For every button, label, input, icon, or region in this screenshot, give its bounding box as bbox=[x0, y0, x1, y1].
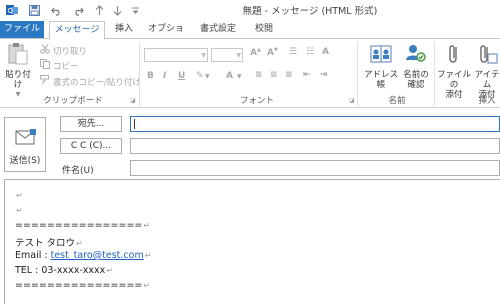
tab-message[interactable]: メッセージ bbox=[49, 21, 105, 40]
format-painter-button[interactable]: 書式のコピー/貼り付け bbox=[40, 75, 141, 88]
cut-button[interactable]: 切り取り bbox=[40, 44, 87, 57]
tab-file[interactable]: ファイル bbox=[0, 21, 44, 39]
highlight-icon[interactable]: ✎ bbox=[196, 71, 204, 81]
decrease-indent-icon[interactable]: ⇤ bbox=[303, 70, 311, 80]
attach-item-label-line1: アイテム bbox=[474, 70, 500, 90]
check-names-button[interactable]: 名前の 確認 bbox=[401, 42, 431, 90]
names-group-label: 名前 bbox=[388, 96, 406, 106]
font-name-combo[interactable]: ▼ bbox=[144, 48, 208, 62]
address-book-icon bbox=[369, 45, 393, 69]
copy-icon bbox=[40, 59, 50, 72]
tab-review[interactable]: 校閲 bbox=[250, 21, 278, 38]
ribbon-separator bbox=[357, 42, 358, 106]
clipboard-launcher-icon[interactable]: ◪ bbox=[130, 97, 136, 104]
attach-item-icon bbox=[476, 45, 498, 69]
check-names-icon bbox=[404, 45, 428, 69]
to-field[interactable] bbox=[130, 116, 500, 132]
clipboard-group-label: クリップボード bbox=[43, 96, 103, 106]
font-color-dropdown-icon[interactable]: ▼ bbox=[237, 73, 242, 80]
cut-label: 切り取り bbox=[53, 46, 88, 57]
highlight-dropdown-icon[interactable]: ▼ bbox=[205, 73, 210, 80]
ribbon-separator bbox=[434, 42, 435, 106]
paste-label: 貼り付け bbox=[5, 70, 31, 90]
copy-button[interactable]: コピー bbox=[40, 59, 79, 72]
paste-dropdown-icon[interactable]: ▼ bbox=[2, 90, 34, 100]
send-label: 送信(S) bbox=[9, 156, 41, 166]
paste-button[interactable]: 貼り付け ▼ bbox=[2, 42, 34, 100]
numbering-icon[interactable]: ☷ bbox=[306, 47, 314, 57]
font-launcher-icon[interactable]: ◪ bbox=[349, 97, 355, 104]
check-names-label-line1: 名前の bbox=[403, 70, 429, 80]
send-button[interactable]: 送信(S) bbox=[4, 117, 46, 172]
paragraph-mark: ↵ bbox=[16, 206, 23, 215]
tab-options[interactable]: オプション bbox=[144, 21, 188, 50]
tab-format-text[interactable]: 書式設定 bbox=[196, 21, 240, 38]
font-color-icon[interactable]: A bbox=[226, 71, 233, 81]
align-center-icon[interactable]: ≡ bbox=[270, 70, 278, 80]
font-group-label: フォント bbox=[239, 96, 274, 106]
underline-icon[interactable]: U bbox=[178, 71, 185, 81]
send-envelope-icon bbox=[15, 128, 37, 151]
window-title: 無題 - メッセージ (HTML 形式) bbox=[242, 6, 378, 17]
signature-email: Email : test_taro@test.com↵ bbox=[15, 250, 152, 261]
separator-text: ================ bbox=[15, 220, 143, 231]
attach-file-button[interactable]: ファイルの 添付 bbox=[437, 42, 471, 100]
attach-file-label-line2: 添付 bbox=[445, 90, 463, 100]
format-painter-label: 書式のコピー/貼り付け bbox=[53, 77, 141, 88]
title-bar: O 無題 - メッセージ (HTML 形式) bbox=[0, 0, 500, 20]
attach-file-label-line1: ファイルの bbox=[437, 70, 472, 90]
address-book-label: アドレス帳 bbox=[363, 70, 398, 90]
message-body[interactable]: ↵ ↵ ================↵ テスト タロウ↵ Email : t… bbox=[4, 179, 500, 304]
paperclip-icon bbox=[443, 45, 465, 69]
name-text: テスト タロウ bbox=[15, 238, 76, 249]
check-names-label-line2: 確認 bbox=[407, 80, 425, 90]
paste-icon bbox=[7, 43, 29, 69]
clear-format-icon[interactable]: A bbox=[322, 47, 329, 57]
align-left-icon[interactable]: ≡ bbox=[255, 70, 263, 80]
include-group-label: 挿入 bbox=[478, 96, 496, 106]
bullets-icon[interactable]: ☰ bbox=[289, 47, 297, 57]
to-button[interactable]: 宛先... bbox=[60, 116, 122, 132]
signature-separator-bottom: ================↵ bbox=[15, 280, 151, 291]
cc-field[interactable] bbox=[130, 138, 500, 154]
bold-icon[interactable]: B bbox=[147, 71, 154, 81]
subject-label: 件名(U) bbox=[62, 166, 94, 176]
font-size-combo[interactable]: ▼ bbox=[211, 48, 243, 62]
align-right-icon[interactable]: ≡ bbox=[285, 70, 293, 80]
paragraph-mark: ↵ bbox=[16, 191, 23, 200]
scissors-icon bbox=[40, 44, 50, 57]
tab-insert[interactable]: 挿入 bbox=[110, 21, 138, 38]
increase-indent-icon[interactable]: ⇥ bbox=[320, 70, 328, 80]
signature-name: テスト タロウ↵ bbox=[15, 238, 83, 249]
italic-icon[interactable]: I bbox=[163, 71, 166, 81]
copy-label: コピー bbox=[53, 61, 79, 72]
attach-item-button[interactable]: アイテム 添付 bbox=[472, 42, 500, 100]
text-cursor bbox=[134, 119, 135, 129]
signature-tel: TEL : 03-xxxx-xxxx↵ bbox=[15, 265, 113, 276]
ribbon-separator bbox=[139, 42, 140, 106]
ribbon-tabs: ファイル メッセージ 挿入 オプション 書式設定 校閲 bbox=[0, 20, 500, 50]
address-book-button[interactable]: アドレス帳 bbox=[361, 42, 401, 90]
tel-text: TEL : 03-xxxx-xxxx bbox=[15, 265, 106, 276]
separator-text: ================ bbox=[15, 280, 143, 291]
grow-font-icon[interactable]: A▲ bbox=[250, 47, 261, 58]
signature-separator-top: ================↵ bbox=[15, 220, 151, 231]
email-link[interactable]: test_taro@test.com bbox=[51, 250, 144, 261]
ribbon: 貼り付け ▼ 切り取り コピー 書式のコピー/貼り付け クリップボード ◪ ▼ … bbox=[0, 38, 500, 108]
email-label: Email : bbox=[15, 250, 51, 261]
subject-field[interactable] bbox=[130, 160, 500, 176]
cc-button[interactable]: C C (C)... bbox=[60, 138, 122, 154]
shrink-font-icon[interactable]: A▼ bbox=[267, 47, 278, 58]
format-painter-icon bbox=[40, 75, 50, 88]
